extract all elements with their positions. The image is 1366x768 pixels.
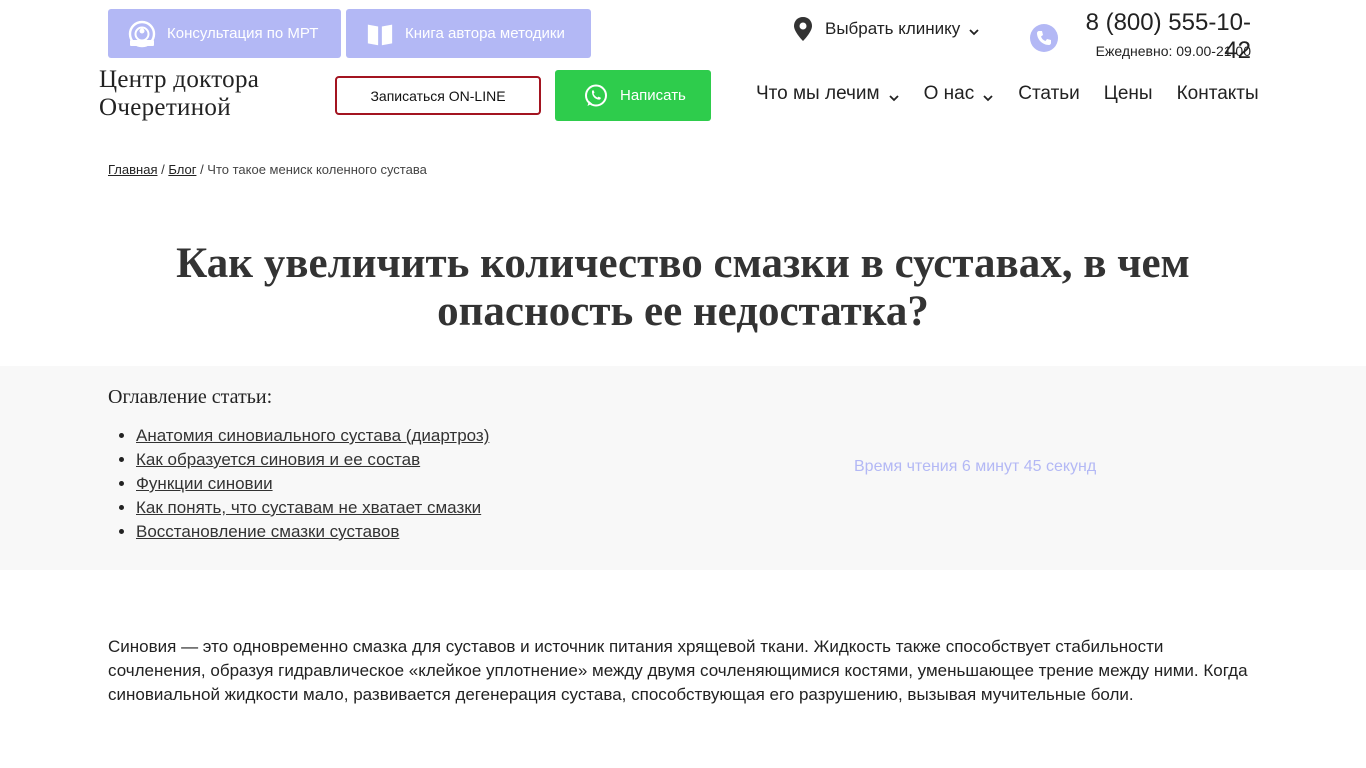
chevron-down-icon: [982, 88, 994, 102]
phone-icon[interactable]: [1030, 24, 1058, 52]
logo-line-1: Центр доктора: [99, 66, 260, 93]
nav-item-articles[interactable]: Статьи: [1018, 83, 1080, 105]
table-of-contents: Оглавление статьи: Анатомия синовиальног…: [0, 366, 1366, 570]
nav-item-label: Статьи: [1018, 83, 1080, 104]
clinic-select-label: Выбрать клинику: [825, 19, 961, 38]
mri-consultation-label: Консультация по МРТ: [167, 25, 319, 42]
list-item: Анатомия синовиального сустава (диартроз…: [136, 424, 489, 448]
nav-item-label: Контакты: [1176, 83, 1259, 104]
reading-time: Время чтения 6 минут 45 секунд: [854, 458, 1097, 475]
book-online-button[interactable]: Записаться ON-LINE: [335, 76, 541, 115]
whatsapp-write-label: Написать: [620, 87, 686, 104]
toc-heading: Оглавление статьи:: [108, 386, 273, 408]
mri-consultation-button[interactable]: Консультация по МРТ: [108, 9, 341, 58]
nav-item-label: Цены: [1103, 83, 1153, 104]
nav-item-about[interactable]: О нас: [924, 83, 995, 105]
toc-link-functions[interactable]: Функции синовии: [136, 474, 273, 493]
location-pin-icon: [793, 16, 813, 42]
chevron-down-icon: [968, 23, 980, 36]
toc-link-anatomy[interactable]: Анатомия синовиального сустава (диартроз…: [136, 426, 489, 445]
nav-item-prices[interactable]: Цены: [1104, 83, 1153, 105]
site-logo[interactable]: Центр доктора Очеретиной: [99, 66, 259, 122]
nav-item-label: О нас: [923, 83, 975, 104]
article-title: Как увеличить количество смазки в сустав…: [176, 240, 1190, 335]
author-book-button[interactable]: Книга автора методики: [346, 9, 591, 58]
nav-item-contacts[interactable]: Контакты: [1177, 83, 1259, 105]
list-item: Функции синовии: [136, 472, 489, 496]
phone-working-hours: Ежедневно: 09.00-21.00: [1095, 43, 1251, 59]
main-nav: Что мы лечим О нас Статьи Цены Контакты: [756, 83, 1259, 105]
book-icon: [366, 20, 394, 48]
list-item: Как понять, что суставам не хватает смаз…: [136, 496, 489, 520]
author-book-label: Книга автора методики: [405, 25, 565, 42]
nav-item-treatments[interactable]: Что мы лечим: [756, 83, 900, 105]
breadcrumb-blog-link[interactable]: Блог: [168, 162, 196, 177]
list-item: Как образуется синовия и ее состав: [136, 448, 489, 472]
list-item: Восстановление смазки суставов: [136, 520, 489, 544]
breadcrumb-home-link[interactable]: Главная: [108, 162, 157, 177]
whatsapp-icon: [583, 83, 609, 109]
toc-link-symptoms[interactable]: Как понять, что суставам не хватает смаз…: [136, 498, 481, 517]
toc-link-formation[interactable]: Как образуется синовия и ее состав: [136, 450, 420, 469]
breadcrumb: Главная / Блог / Что такое мениск коленн…: [108, 162, 427, 177]
toc-link-restoration[interactable]: Восстановление смазки суставов: [136, 522, 399, 541]
nav-item-label: Что мы лечим: [756, 83, 880, 104]
whatsapp-write-button[interactable]: Написать: [555, 70, 711, 121]
mri-scanner-icon: [128, 20, 156, 48]
toc-list: Анатомия синовиального сустава (диартроз…: [136, 424, 489, 544]
article-intro-paragraph: Синовия — это одновременно смазка для су…: [108, 637, 1248, 704]
chevron-down-icon: [888, 88, 900, 102]
breadcrumb-current: Что такое мениск коленного сустава: [207, 162, 427, 177]
clinic-select[interactable]: Выбрать клинику: [793, 16, 980, 42]
logo-line-2: Очеретиной: [99, 94, 231, 121]
